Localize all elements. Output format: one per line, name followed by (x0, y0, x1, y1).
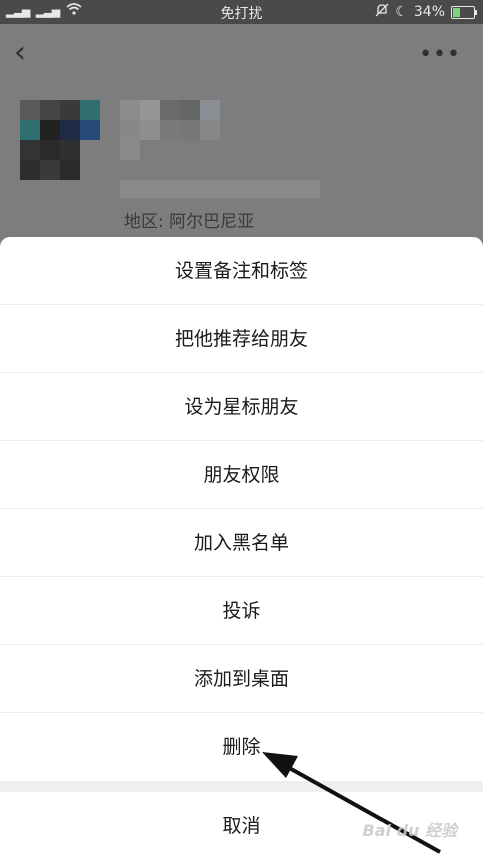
annotation-arrow-icon (262, 752, 441, 854)
watermark: Bai du 经验 (362, 821, 457, 840)
